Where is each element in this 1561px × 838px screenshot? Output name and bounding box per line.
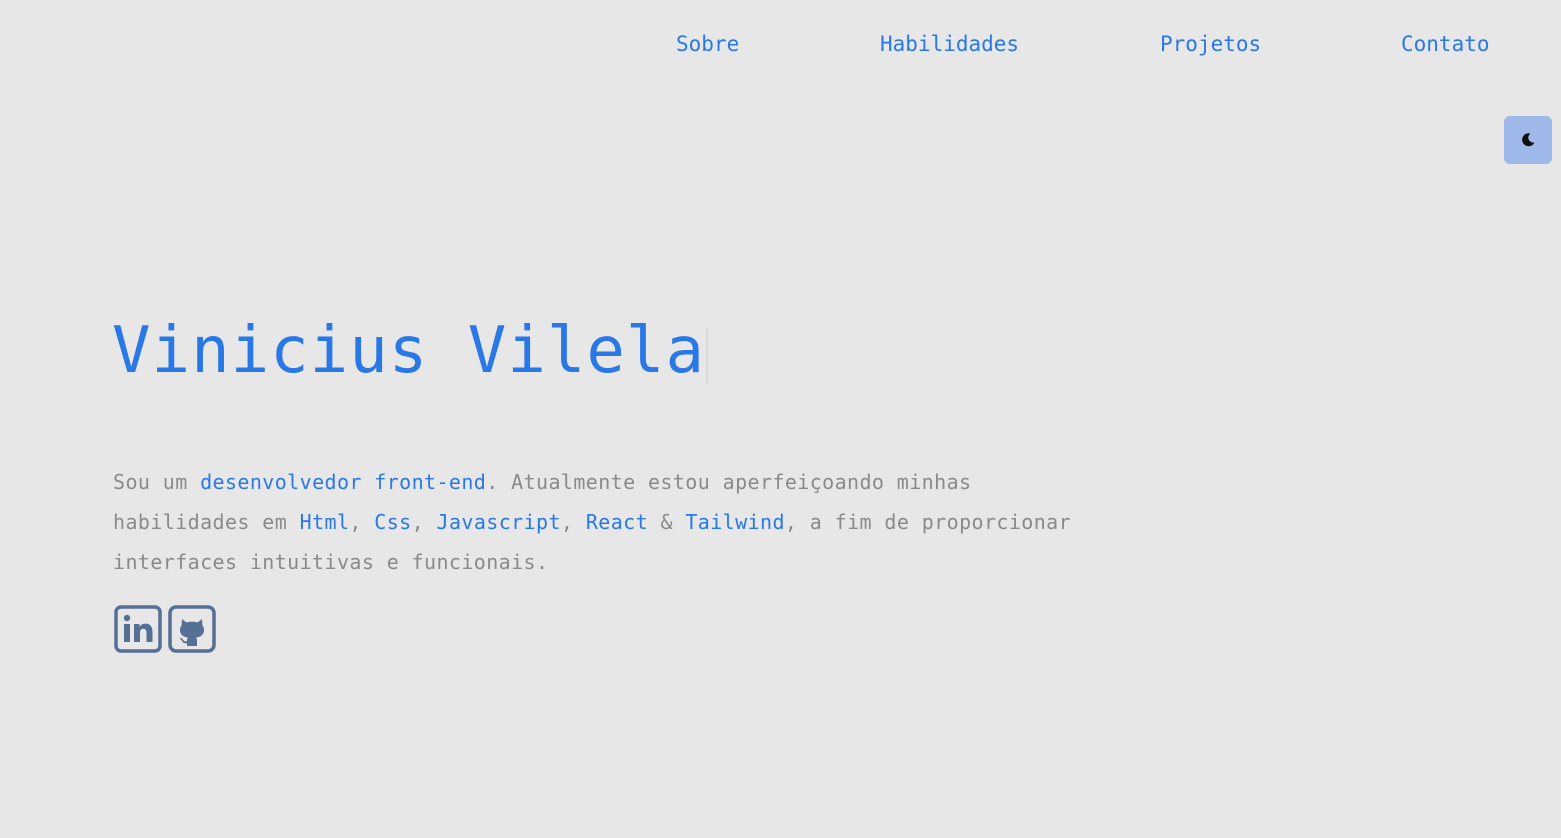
social-links [114, 605, 216, 653]
intro-text: , [411, 510, 437, 534]
hero-title: Vinicius Vilela [112, 314, 705, 388]
intro-text: , [560, 510, 586, 534]
intro-highlight-react: React [585, 510, 649, 534]
nav-link-sobre[interactable]: Sobre [676, 30, 739, 58]
nav-link-projetos[interactable]: Projetos [1160, 30, 1261, 58]
intro-highlight-javascript: Javascript [436, 510, 561, 534]
intro-highlight-html: Html [299, 510, 350, 534]
typing-caret [706, 328, 708, 384]
nav-link-habilidades[interactable]: Habilidades [880, 30, 1019, 58]
linkedin-link[interactable] [114, 605, 162, 653]
github-link[interactable] [168, 605, 216, 653]
main-nav: Sobre Habilidades Projetos Contato [0, 30, 1561, 60]
intro-highlight-css: Css [374, 510, 412, 534]
intro-text: Sou um [113, 470, 201, 494]
moon-icon [1522, 133, 1535, 147]
theme-toggle-button[interactable] [1504, 116, 1552, 164]
intro-highlight-role: desenvolvedor front-end [200, 470, 487, 494]
intro-paragraph: Sou um desenvolvedor front-end. Atualmen… [113, 462, 1113, 582]
intro-text: , [349, 510, 375, 534]
linkedin-icon [114, 605, 162, 653]
intro-highlight-tailwind: Tailwind [685, 510, 785, 534]
intro-text: & [648, 510, 686, 534]
nav-link-contato[interactable]: Contato [1401, 30, 1490, 58]
github-icon [168, 605, 216, 653]
